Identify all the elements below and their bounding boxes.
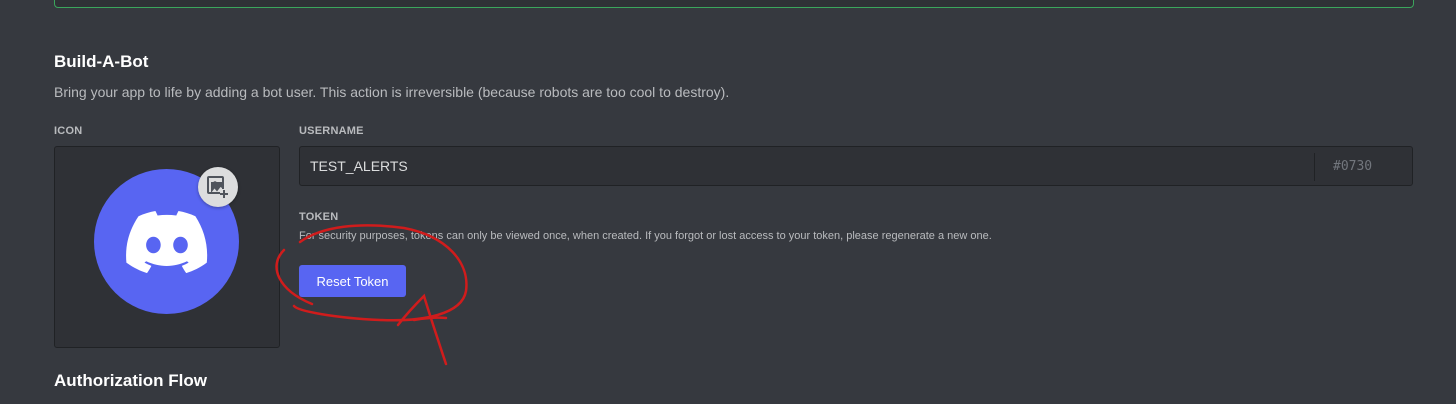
discriminator: #0730: [1333, 159, 1373, 174]
build-a-bot-description: Bring your app to life by adding a bot u…: [54, 84, 730, 100]
notice-box: [54, 0, 1414, 8]
bot-icon-uploader[interactable]: [54, 146, 280, 348]
build-a-bot-title: Build-A-Bot: [54, 52, 149, 71]
discriminator-divider: [1314, 153, 1315, 181]
username-label: USERNAME: [299, 125, 364, 137]
username-value[interactable]: TEST_ALERTS: [310, 158, 408, 174]
icon-label: ICON: [54, 125, 83, 137]
token-description: For security purposes, tokens can only b…: [299, 230, 992, 242]
authorization-flow-title: Authorization Flow: [54, 371, 207, 390]
upload-image-button[interactable]: [198, 167, 238, 207]
reset-token-button[interactable]: Reset Token: [299, 265, 406, 297]
username-field[interactable]: TEST_ALERTS #0730: [299, 146, 1413, 186]
image-add-icon: [207, 176, 228, 198]
discord-logo-icon: [125, 210, 207, 273]
bot-settings-page: Build-A-Bot Bring your app to life by ad…: [0, 0, 1456, 404]
token-label: TOKEN: [299, 211, 339, 223]
